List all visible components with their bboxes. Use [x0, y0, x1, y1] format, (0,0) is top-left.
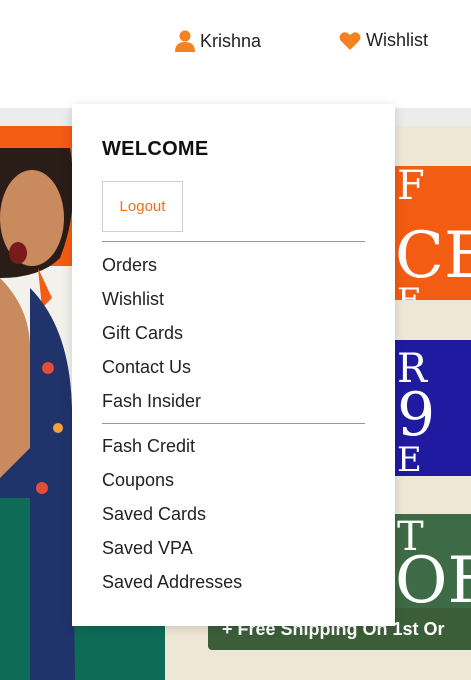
- menu-item-saved-addresses[interactable]: Saved Addresses: [102, 565, 242, 599]
- menu-item-fash-insider[interactable]: Fash Insider: [102, 384, 201, 418]
- menu-divider: [102, 241, 365, 242]
- welcome-heading: WELCOME: [102, 138, 209, 160]
- wishlist-label: Wishlist: [366, 30, 428, 50]
- menu-item-gift-cards[interactable]: Gift Cards: [102, 316, 201, 350]
- menu-item-fash-credit[interactable]: Fash Credit: [102, 429, 242, 463]
- banner-price-panel: R 9 E: [395, 340, 471, 476]
- menu-item-contact-us[interactable]: Contact Us: [102, 350, 201, 384]
- menu-item-saved-vpa[interactable]: Saved VPA: [102, 531, 242, 565]
- logout-button[interactable]: Logout: [102, 181, 183, 232]
- account-menu-group-2: Fash Credit Coupons Saved Cards Saved VP…: [102, 429, 242, 599]
- banner-sale-panel: F CE E: [395, 166, 471, 300]
- account-menu-trigger[interactable]: Krishna: [175, 30, 261, 52]
- menu-item-wishlist[interactable]: Wishlist: [102, 282, 201, 316]
- account-menu-group-1: Orders Wishlist Gift Cards Contact Us Fa…: [102, 248, 201, 418]
- wishlist-link[interactable]: Wishlist: [339, 30, 428, 51]
- menu-item-orders[interactable]: Orders: [102, 248, 201, 282]
- menu-item-saved-cards[interactable]: Saved Cards: [102, 497, 242, 531]
- account-dropdown: WELCOME Logout Orders Wishlist Gift Card…: [72, 104, 395, 626]
- user-icon: [175, 30, 195, 52]
- menu-item-coupons[interactable]: Coupons: [102, 463, 242, 497]
- menu-divider: [102, 423, 365, 424]
- user-name: Krishna: [200, 30, 262, 51]
- model-image: [0, 148, 75, 680]
- top-header: Krishna Wishlist: [0, 0, 471, 100]
- heart-icon: [339, 31, 361, 51]
